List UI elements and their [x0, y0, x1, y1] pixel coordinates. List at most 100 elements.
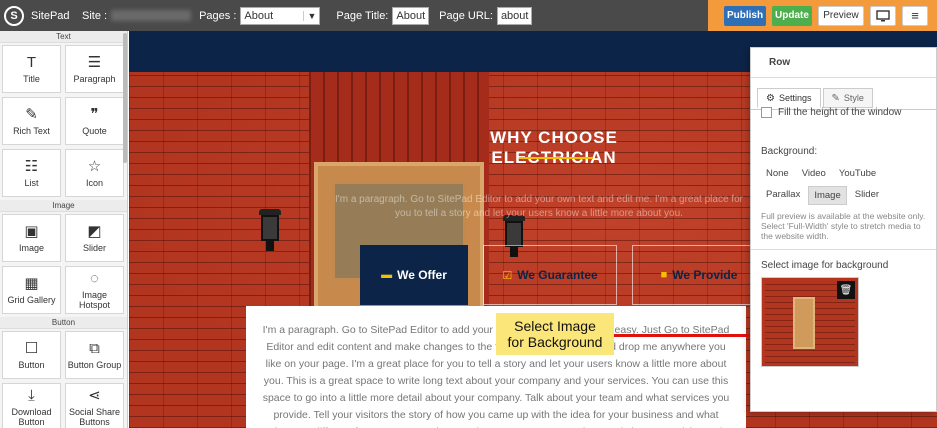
- tab-style-label: Style: [843, 93, 864, 103]
- share-icon: ⋖: [88, 386, 101, 404]
- background-image-thumbnail[interactable]: 🗑: [761, 277, 859, 367]
- widget-title-label: Title: [23, 73, 40, 84]
- slider-icon: ◩: [87, 222, 102, 240]
- background-label: Background:: [761, 146, 818, 157]
- widget-paragraph[interactable]: ☰ Paragraph: [65, 45, 124, 93]
- chevron-down-icon: ▼: [303, 10, 316, 21]
- preview-button[interactable]: Preview: [818, 5, 864, 26]
- widget-panel-scrollbar[interactable]: [123, 33, 127, 163]
- monitor-icon[interactable]: [870, 5, 896, 26]
- widget-list[interactable]: ☷ List: [2, 149, 61, 197]
- tab-settings[interactable]: ⚙ Settings: [757, 88, 821, 108]
- widget-image-label: Image: [18, 242, 44, 253]
- check-square-icon: ☑: [502, 269, 513, 282]
- widget-button-label: Button: [18, 359, 45, 370]
- page-url-input[interactable]: about: [496, 6, 533, 25]
- pages-label: Pages :: [199, 9, 237, 22]
- section-image: Image: [0, 200, 127, 212]
- widget-rich-text[interactable]: ✎ Rich Text: [2, 97, 61, 145]
- page-url-label: Page URL:: [439, 9, 493, 22]
- star-icon: ☆: [87, 157, 102, 175]
- widget-image-hotspot-label: Image Hotspot: [78, 289, 111, 310]
- select-image-label: Select image for background: [761, 260, 889, 271]
- sitepad-logo-icon: S: [4, 5, 24, 26]
- section-button: Button: [0, 317, 127, 329]
- hamburger-icon[interactable]: ≡: [902, 5, 928, 26]
- callout-arrow: [614, 334, 754, 337]
- quote-icon: ❞: [90, 105, 99, 123]
- list-icon: ☷: [24, 157, 39, 175]
- bg-option-video[interactable]: Video: [797, 165, 831, 182]
- bg-option-image[interactable]: Image: [808, 186, 847, 205]
- image-icon: ▣: [24, 222, 39, 240]
- widget-panel: Text T Title ☰ Paragraph ✎ Rich Text ❞ Quote…: [0, 31, 128, 428]
- truck-icon: ■: [660, 269, 668, 281]
- pages-select[interactable]: About ▼: [240, 6, 321, 25]
- comment-icon: ◌: [90, 269, 99, 287]
- widget-slider-label: Slider: [82, 242, 106, 253]
- divider: [751, 249, 936, 250]
- button-square-icon: ☐: [24, 339, 39, 357]
- checkbox-box[interactable]: [761, 107, 772, 118]
- card-icon: ▬: [381, 269, 393, 281]
- widget-grid-gallery-label: Grid Gallery: [7, 294, 56, 305]
- bg-option-slider[interactable]: Slider: [850, 186, 884, 205]
- tab-we-offer[interactable]: ▬ We Offer: [360, 245, 468, 305]
- update-button[interactable]: Update: [772, 5, 812, 26]
- callout-line-2: for Background: [507, 334, 603, 350]
- widget-image-hotspot[interactable]: ◌ Image Hotspot: [65, 266, 124, 314]
- panel-title: Row: [751, 48, 936, 78]
- tab-style[interactable]: ✎ Style: [822, 88, 873, 108]
- section-text: Text: [0, 31, 127, 43]
- widget-button-group[interactable]: ⧉ Button Group: [65, 331, 124, 379]
- tab-we-guarantee-label: We Guarantee: [517, 268, 598, 282]
- button-group-icon: ⧉: [89, 339, 100, 357]
- pages-select-value: About: [244, 9, 274, 22]
- tab-we-guarantee[interactable]: ☑ We Guarantee: [483, 245, 617, 305]
- section-heading[interactable]: WHY CHOOSE ELECTRICIAN: [429, 128, 679, 168]
- widget-paragraph-label: Paragraph: [73, 73, 116, 84]
- widget-icon[interactable]: ☆ Icon: [65, 149, 124, 197]
- trash-icon[interactable]: 🗑: [837, 281, 855, 299]
- site-name-blurred: [111, 10, 192, 21]
- callout-line-1: Select Image: [514, 318, 596, 334]
- top-toolbar: S SitePad Site : Pages : About ▼ Page Ti…: [0, 0, 937, 31]
- widget-list-label: List: [24, 177, 39, 188]
- widget-quote[interactable]: ❞ Quote: [65, 97, 124, 145]
- panel-body: Fill the height of the window Background…: [751, 107, 936, 411]
- widget-icon-label: Icon: [85, 177, 103, 188]
- callout-select-image: Select Image for Background: [496, 313, 614, 355]
- tab-we-offer-label: We Offer: [397, 268, 447, 282]
- widget-button[interactable]: ☐ Button: [2, 331, 61, 379]
- widget-social-share[interactable]: ⋖ Social Share Buttons: [65, 383, 124, 428]
- widget-title[interactable]: T Title: [2, 45, 61, 93]
- bg-option-youtube[interactable]: YouTube: [834, 165, 881, 182]
- wall-lamp-left-icon: [259, 209, 281, 253]
- page-title-input[interactable]: About: [392, 6, 430, 25]
- background-note: Full preview is available at the website…: [761, 211, 926, 241]
- widget-social-share-label: Social Share Buttons: [68, 406, 121, 427]
- widget-grid-gallery[interactable]: ▦ Grid Gallery: [2, 266, 61, 314]
- bg-option-parallax[interactable]: Parallax: [761, 186, 805, 205]
- row-settings-panel: Row ⚙ Settings ✎ Style Fill the height of …: [750, 47, 937, 412]
- page-title-label: Page Title:: [336, 9, 389, 22]
- fill-height-checkbox[interactable]: Fill the height of the window: [761, 107, 928, 118]
- brand: S SitePad: [4, 5, 82, 26]
- bg-option-none[interactable]: None: [761, 165, 794, 182]
- widget-rich-text-label: Rich Text: [13, 125, 50, 136]
- edit-icon: ✎: [25, 105, 38, 123]
- brand-name: SitePad: [31, 9, 70, 22]
- widget-quote-label: Quote: [82, 125, 107, 136]
- paragraph-icon: ☰: [87, 53, 102, 71]
- intro-paragraph[interactable]: I'm a paragraph. Go to SitePad Editor to…: [329, 193, 749, 221]
- widget-slider[interactable]: ◩ Slider: [65, 214, 124, 262]
- background-options: None Video YouTube Parallax Image Slider: [761, 165, 928, 209]
- widget-image[interactable]: ▣ Image: [2, 214, 61, 262]
- widget-download-button[interactable]: ⤓ Download Button: [2, 383, 61, 428]
- download-icon: ⤓: [28, 386, 35, 404]
- brush-icon: ✎: [831, 92, 840, 104]
- widget-button-group-label: Button Group: [67, 359, 122, 370]
- tab-we-provide[interactable]: ■ We Provide: [632, 245, 766, 305]
- publish-button[interactable]: Publish: [724, 5, 766, 26]
- thumbnail-door: [793, 297, 815, 349]
